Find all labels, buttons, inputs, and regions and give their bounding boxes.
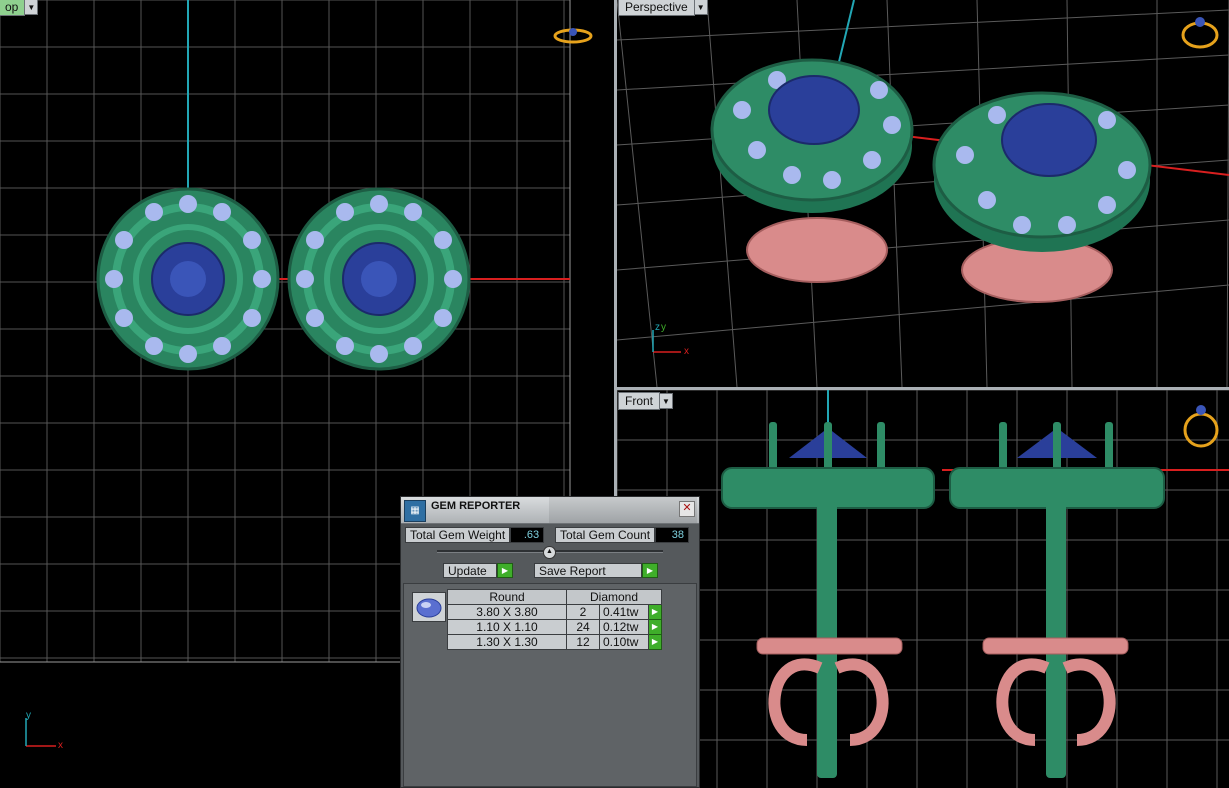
gem-table-area: Round Diamond 3.80 X 3.80 2 0.41tw ▶ 1.1… [403,583,697,787]
dropdown-arrow-icon[interactable]: ▼ [694,0,708,15]
gem-reporter-title: GEM REPORTER [431,500,521,512]
gem-count: 12 [566,634,600,650]
earring-perspective-right [932,91,1152,303]
gem-table-header: Round Diamond [447,589,662,605]
earring-perspective-left [710,58,914,283]
perspective-viewport-label[interactable]: Perspective ▼ [618,0,708,16]
gem-reporter-app-icon: ▦ [404,500,426,522]
play-icon[interactable]: ▶ [648,604,662,620]
axis-y-label: y [661,322,666,333]
earring-front-right [949,422,1165,778]
gem-size: 1.30 X 1.30 [447,634,567,650]
earring-front-left [721,422,935,778]
gem-size: 1.10 X 1.10 [447,619,567,635]
ring-icon[interactable] [1181,17,1219,49]
gem-weight: 0.41tw [599,604,649,620]
save-report-button-label: Save Report [534,563,642,578]
total-gem-weight-label: Total Gem Weight [405,527,511,543]
gem-reporter-titlebar[interactable]: ▦ GEM REPORTER ✕ [401,497,699,524]
save-report-button[interactable]: Save Report ▶ [534,563,658,578]
perspective-viewport-canvas [617,0,1229,387]
update-button[interactable]: Update ▶ [443,563,513,578]
axis-y-label: y [26,710,31,721]
play-icon[interactable]: ▶ [642,563,658,578]
play-icon[interactable]: ▶ [648,619,662,635]
gem-icon[interactable] [412,592,446,622]
shape-header: Round [447,589,567,605]
perspective-viewport[interactable]: x y z Perspective ▼ [617,0,1229,387]
front-viewport-canvas [617,390,1229,788]
top-viewport-label[interactable]: op ▼ [0,0,39,16]
axis-indicator [25,718,56,747]
play-icon[interactable]: ▶ [497,563,513,578]
earring-top-left [96,187,280,371]
close-icon[interactable]: ✕ [679,501,695,517]
axis-x-label: x [58,740,63,751]
viewport-name: op [0,0,26,16]
table-row[interactable]: 1.30 X 1.30 12 0.10tw ▶ [447,634,662,650]
total-gem-count: Total Gem Count 38 [555,527,690,543]
play-icon[interactable]: ▶ [648,634,662,650]
dropdown-arrow-icon[interactable]: ▼ [660,393,674,409]
total-gem-weight-value: .63 [510,527,545,543]
material-header: Diamond [566,589,662,605]
front-viewport[interactable]: Front ▼ [617,390,1229,788]
gem-weight: 0.10tw [599,634,649,650]
titlebar-tab [549,497,697,523]
table-row[interactable]: 3.80 X 3.80 2 0.41tw ▶ [447,604,662,620]
total-gem-count-label: Total Gem Count [555,527,656,543]
gem-count: 2 [566,604,600,620]
dropdown-arrow-icon[interactable]: ▼ [25,0,39,15]
front-viewport-label[interactable]: Front ▼ [618,392,674,410]
gem-weight: 0.12tw [599,619,649,635]
table-row[interactable]: 1.10 X 1.10 24 0.12tw ▶ [447,619,662,635]
total-gem-count-value: 38 [655,527,690,543]
viewport-name: Front [618,392,661,410]
ring-icon[interactable] [553,28,593,44]
viewport-name: Perspective [618,0,695,16]
gem-size: 3.80 X 3.80 [447,604,567,620]
total-gem-weight: Total Gem Weight .63 [405,527,545,543]
gem-table: Round Diamond 3.80 X 3.80 2 0.41tw ▶ 1.1… [447,589,662,650]
panel-slider-knob[interactable]: ▲ [543,546,556,559]
gem-reporter-panel: ▦ GEM REPORTER ✕ Total Gem Weight .63 To… [400,496,700,788]
gem-count: 24 [566,619,600,635]
update-button-label: Update [443,563,497,578]
axis-indicator [652,330,681,353]
axis-z-label: z [655,322,660,333]
axis-x-label: x [684,346,689,357]
earring-top-right [287,187,471,371]
